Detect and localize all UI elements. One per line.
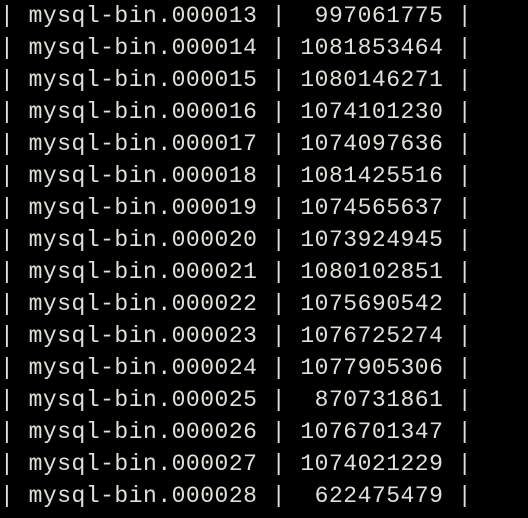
column-separator: | (0, 163, 29, 189)
binlog-name: mysql-bin.000017 (29, 131, 258, 157)
column-separator: | (257, 483, 300, 509)
binlog-size: 1080146271 (300, 67, 443, 93)
column-separator: | (257, 163, 300, 189)
column-separator: | (443, 195, 472, 221)
column-separator: | (443, 163, 472, 189)
binlog-name: mysql-bin.000019 (29, 195, 258, 221)
binlog-size: 1080102851 (300, 259, 443, 285)
table-row: | mysql-bin.000027 | 1074021229 | (0, 448, 528, 480)
binlog-name: mysql-bin.000027 (29, 451, 258, 477)
column-separator: | (0, 323, 29, 349)
binlog-size: 1074565637 (300, 195, 443, 221)
column-separator: | (257, 195, 300, 221)
column-separator: | (257, 227, 300, 253)
binlog-size: 1081425516 (300, 163, 443, 189)
table-row: | mysql-bin.000017 | 1074097636 | (0, 128, 528, 160)
column-separator: | (257, 67, 300, 93)
column-separator: | (443, 227, 472, 253)
binlog-size: 1074097636 (300, 131, 443, 157)
column-separator: | (443, 291, 472, 317)
binlog-size: 1076725274 (300, 323, 443, 349)
binlog-size: 1081853464 (300, 35, 443, 61)
column-separator: | (0, 355, 29, 381)
column-separator: | (0, 195, 29, 221)
column-separator: | (257, 355, 300, 381)
table-row: | mysql-bin.000024 | 1077905306 | (0, 352, 528, 384)
binlog-size: 997061775 (300, 3, 443, 29)
table-row: | mysql-bin.000025 | 870731861 | (0, 384, 528, 416)
column-separator: | (443, 451, 472, 477)
binlog-name: mysql-bin.000028 (29, 483, 258, 509)
column-separator: | (257, 131, 300, 157)
binlog-name: mysql-bin.000021 (29, 259, 258, 285)
column-separator: | (0, 483, 29, 509)
binlog-size: 1076701347 (300, 419, 443, 445)
binlog-name: mysql-bin.000025 (29, 387, 258, 413)
table-row: | mysql-bin.000026 | 1076701347 | (0, 416, 528, 448)
table-row: | mysql-bin.000023 | 1076725274 | (0, 320, 528, 352)
table-row: | mysql-bin.000016 | 1074101230 | (0, 96, 528, 128)
binary-log-table: | mysql-bin.000013 | 997061775 || mysql-… (0, 0, 528, 512)
binlog-size: 1073924945 (300, 227, 443, 253)
binlog-size: 1077905306 (300, 355, 443, 381)
column-separator: | (443, 419, 472, 445)
binlog-name: mysql-bin.000015 (29, 67, 258, 93)
binlog-size: 1075690542 (300, 291, 443, 317)
column-separator: | (443, 35, 472, 61)
binlog-size: 1074021229 (300, 451, 443, 477)
column-separator: | (443, 355, 472, 381)
column-separator: | (0, 227, 29, 253)
table-row: | mysql-bin.000028 | 622475479 | (0, 480, 528, 512)
column-separator: | (0, 99, 29, 125)
column-separator: | (257, 387, 300, 413)
table-row: | mysql-bin.000021 | 1080102851 | (0, 256, 528, 288)
column-separator: | (257, 259, 300, 285)
binlog-name: mysql-bin.000013 (29, 3, 258, 29)
table-row: | mysql-bin.000018 | 1081425516 | (0, 160, 528, 192)
column-separator: | (443, 131, 472, 157)
column-separator: | (257, 451, 300, 477)
binlog-size: 1074101230 (300, 99, 443, 125)
column-separator: | (0, 3, 29, 29)
column-separator: | (0, 131, 29, 157)
binlog-name: mysql-bin.000020 (29, 227, 258, 253)
binlog-name: mysql-bin.000024 (29, 355, 258, 381)
column-separator: | (257, 291, 300, 317)
binlog-name: mysql-bin.000022 (29, 291, 258, 317)
column-separator: | (257, 35, 300, 61)
table-row: | mysql-bin.000014 | 1081853464 | (0, 32, 528, 64)
table-row: | mysql-bin.000020 | 1073924945 | (0, 224, 528, 256)
binlog-name: mysql-bin.000026 (29, 419, 258, 445)
column-separator: | (443, 259, 472, 285)
binlog-size: 622475479 (300, 483, 443, 509)
column-separator: | (443, 67, 472, 93)
column-separator: | (0, 35, 29, 61)
column-separator: | (0, 67, 29, 93)
table-row: | mysql-bin.000019 | 1074565637 | (0, 192, 528, 224)
column-separator: | (443, 323, 472, 349)
column-separator: | (0, 291, 29, 317)
column-separator: | (257, 99, 300, 125)
column-separator: | (257, 3, 300, 29)
table-row: | mysql-bin.000013 | 997061775 | (0, 0, 528, 32)
table-row: | mysql-bin.000022 | 1075690542 | (0, 288, 528, 320)
column-separator: | (0, 419, 29, 445)
column-separator: | (257, 419, 300, 445)
binlog-name: mysql-bin.000016 (29, 99, 258, 125)
binlog-name: mysql-bin.000023 (29, 323, 258, 349)
column-separator: | (257, 323, 300, 349)
binlog-name: mysql-bin.000018 (29, 163, 258, 189)
binlog-name: mysql-bin.000014 (29, 35, 258, 61)
binlog-size: 870731861 (300, 387, 443, 413)
column-separator: | (443, 99, 472, 125)
column-separator: | (443, 483, 472, 509)
column-separator: | (443, 3, 472, 29)
column-separator: | (0, 387, 29, 413)
column-separator: | (0, 259, 29, 285)
table-row: | mysql-bin.000015 | 1080146271 | (0, 64, 528, 96)
column-separator: | (0, 451, 29, 477)
column-separator: | (443, 387, 472, 413)
